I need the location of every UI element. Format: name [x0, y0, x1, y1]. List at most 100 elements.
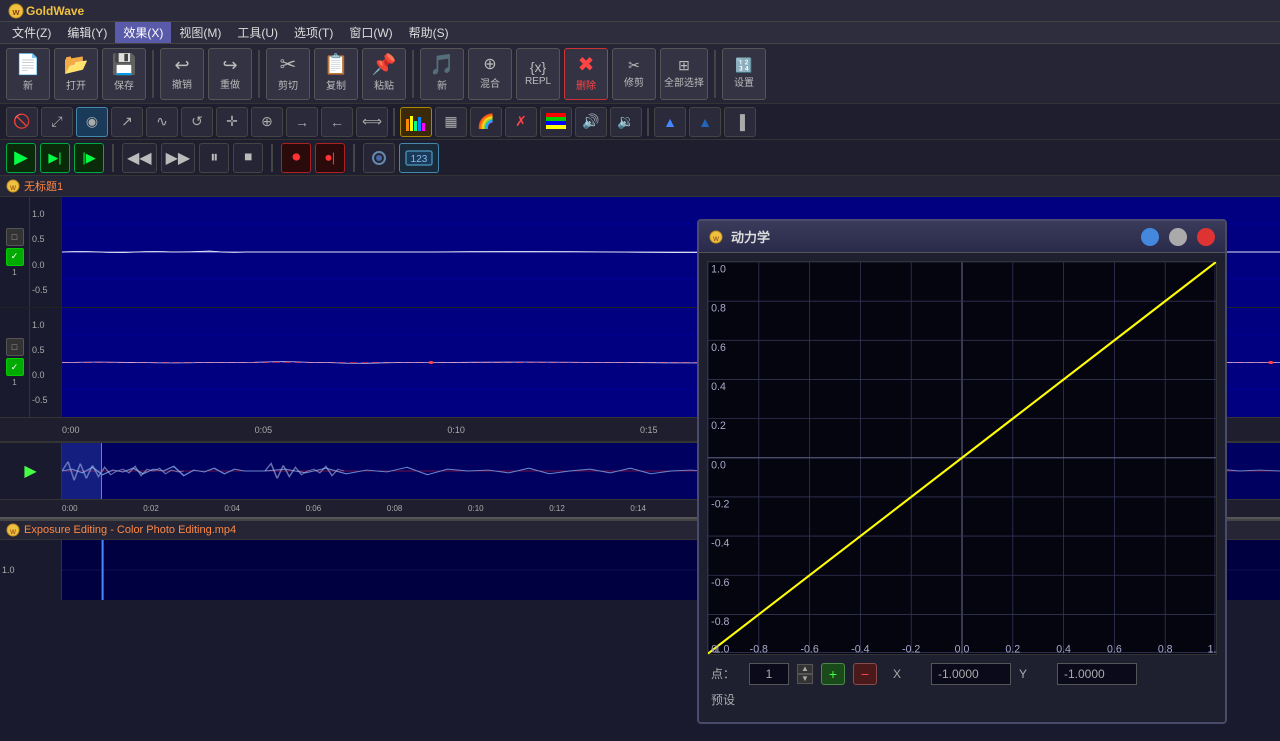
- y-label: Y: [1019, 667, 1049, 681]
- scroll-right-button[interactable]: ▐: [724, 107, 756, 137]
- svg-text:w: w: [9, 183, 16, 192]
- rec-sel-button[interactable]: ⏺|: [315, 143, 345, 173]
- back-button[interactable]: ←: [321, 107, 353, 137]
- track2-controls: □ ✓ 1: [0, 308, 30, 417]
- dialog-min-button[interactable]: [1141, 228, 1159, 246]
- svg-text:-0.6: -0.6: [800, 644, 818, 654]
- trans-sep-3: [353, 144, 355, 172]
- wave-button[interactable]: ∿: [146, 107, 178, 137]
- new-button[interactable]: 📄 新: [6, 48, 50, 100]
- play-sel-button[interactable]: ▶|: [40, 143, 70, 173]
- menu-help[interactable]: 帮助(S): [401, 22, 457, 43]
- save-button[interactable]: 💾 保存: [102, 48, 146, 100]
- wave2-title: Exposure Editing - Color Photo Editing.m…: [24, 524, 236, 536]
- vol-down-button[interactable]: 🔉: [610, 107, 642, 137]
- repl-button[interactable]: {x} REPL: [516, 48, 560, 100]
- svg-text:0.8: 0.8: [711, 303, 726, 315]
- menu-file[interactable]: 文件(Z): [4, 22, 59, 43]
- stretch-button[interactable]: ⟺: [356, 107, 388, 137]
- point-spin-down[interactable]: ▼: [797, 674, 813, 684]
- play-end-button[interactable]: |▶: [74, 143, 104, 173]
- vol-up2-button[interactable]: ▲: [689, 107, 721, 137]
- effect1-button[interactable]: ◉: [76, 107, 108, 137]
- mini-controls: ▶: [0, 443, 62, 499]
- mark-button[interactable]: ✗: [505, 107, 537, 137]
- pause-button[interactable]: ⏸: [199, 143, 229, 173]
- svg-text:w: w: [11, 7, 20, 17]
- effects-toolbar: 🚫 ⤢ ◉ ↗ ∿ ↺ ✛ ⊕ → ← ⟺ ▦ 🌈 ✗ 🔊 🔉 ▲ ▲ ▐: [0, 104, 1280, 140]
- vol-up-button[interactable]: ▲: [654, 107, 686, 137]
- mini-play-icon: ▶: [24, 461, 36, 481]
- copy-icon: 📋: [324, 55, 349, 75]
- svg-text:0.2: 0.2: [711, 420, 726, 432]
- select-all-button[interactable]: ⊞ 全部选择: [660, 48, 708, 100]
- track1-controls: □ ✓ 1: [0, 197, 30, 307]
- delete-button[interactable]: ✖ 删除: [564, 48, 608, 100]
- menu-options[interactable]: 选项(T): [286, 22, 341, 43]
- svg-text:-0.4: -0.4: [851, 644, 869, 654]
- trim-button[interactable]: ✂ 修剪: [612, 48, 656, 100]
- svg-text:-0.8: -0.8: [750, 644, 768, 654]
- settings-button[interactable]: 🔢 设置: [722, 48, 766, 100]
- dynamics-chart-svg: 1.0 0.8 0.6 0.4 0.2 0.0 -0.2 -0.4 -0.6 -…: [708, 262, 1216, 654]
- select-all-icon: ⊞: [678, 58, 690, 72]
- dialog-title-bar: w 动力学: [699, 221, 1225, 253]
- redo-icon: ↪: [222, 56, 237, 74]
- track2-mute[interactable]: □: [6, 338, 24, 356]
- track1-enable[interactable]: ✓: [6, 248, 24, 266]
- track2-num: 1: [12, 378, 16, 387]
- stop-button[interactable]: ⏹: [233, 143, 263, 173]
- svg-text:-0.8: -0.8: [711, 616, 729, 628]
- trans-sep-2: [271, 144, 273, 172]
- delete-icon: ✖: [578, 55, 595, 75]
- track1-num: 1: [12, 268, 16, 277]
- dialog-logo: w: [709, 230, 723, 244]
- menu-view[interactable]: 视图(M): [171, 22, 229, 43]
- menu-window[interactable]: 窗口(W): [341, 22, 400, 43]
- dynamics-chart[interactable]: 1.0 0.8 0.6 0.4 0.2 0.0 -0.2 -0.4 -0.6 -…: [707, 261, 1217, 655]
- fwd-button[interactable]: →: [286, 107, 318, 137]
- effect2-button[interactable]: ↗: [111, 107, 143, 137]
- center-button[interactable]: ✛: [216, 107, 248, 137]
- fwd-button[interactable]: ▶▶: [161, 143, 196, 173]
- mix-button[interactable]: ⊕ 混合: [468, 48, 512, 100]
- open-button[interactable]: 📂 打开: [54, 48, 98, 100]
- rec-button[interactable]: ⏺: [281, 143, 311, 173]
- track2-enable[interactable]: ✓: [6, 358, 24, 376]
- rainbow-button[interactable]: [540, 107, 572, 137]
- paste-button[interactable]: 📌 粘贴: [362, 48, 406, 100]
- mute-button[interactable]: 🚫: [6, 107, 38, 137]
- play-button[interactable]: ▶: [6, 143, 36, 173]
- color-button[interactable]: 🌈: [470, 107, 502, 137]
- menu-effects[interactable]: 效果(X): [115, 22, 171, 43]
- expand-button[interactable]: ⤢: [41, 107, 73, 137]
- spectrum-button[interactable]: [400, 107, 432, 137]
- dialog-restore-button[interactable]: [1169, 228, 1187, 246]
- main-toolbar: 📄 新 📂 打开 💾 保存 ↩ 撤销 ↪ 重做 ✂ 剪切 📋 复制 📌 粘贴 🎵…: [0, 44, 1280, 104]
- cut-button[interactable]: ✂ 剪切: [266, 48, 310, 100]
- track1-mute[interactable]: □: [6, 228, 24, 246]
- menu-tools[interactable]: 工具(U): [229, 22, 286, 43]
- y-input[interactable]: [1057, 663, 1137, 685]
- x-input[interactable]: [931, 663, 1011, 685]
- bar-button[interactable]: ▦: [435, 107, 467, 137]
- svg-text:1.0: 1.0: [1208, 644, 1216, 654]
- point-input[interactable]: [749, 663, 789, 685]
- new-sound-button[interactable]: 🎵 新: [420, 48, 464, 100]
- wave1-title: 无标题1: [24, 178, 63, 194]
- undo-button[interactable]: ↩ 撤销: [160, 48, 204, 100]
- rew-button[interactable]: ◀◀: [122, 143, 157, 173]
- add-point-button[interactable]: +: [821, 663, 845, 685]
- loop-toggle[interactable]: [363, 143, 395, 173]
- dialog-close-button[interactable]: [1197, 228, 1215, 246]
- zoom-button[interactable]: ⊕: [251, 107, 283, 137]
- volume-button[interactable]: 🔊: [575, 107, 607, 137]
- cue-button[interactable]: 123: [399, 143, 439, 173]
- loop-button[interactable]: ↺: [181, 107, 213, 137]
- point-spin-up[interactable]: ▲: [797, 664, 813, 674]
- remove-point-button[interactable]: −: [853, 663, 877, 685]
- menu-edit[interactable]: 编辑(Y): [59, 22, 115, 43]
- dialog-title-text: 动力学: [731, 227, 1133, 246]
- copy-button[interactable]: 📋 复制: [314, 48, 358, 100]
- redo-button[interactable]: ↪ 重做: [208, 48, 252, 100]
